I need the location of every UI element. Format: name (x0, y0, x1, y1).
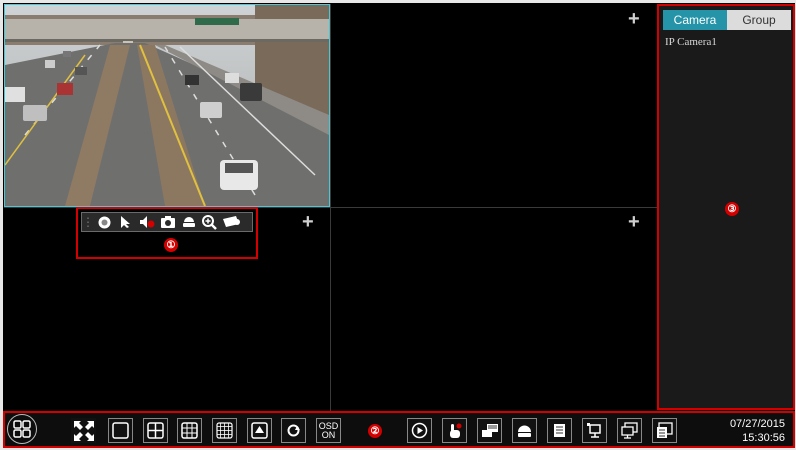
layout-1-icon (112, 422, 129, 439)
disk-button[interactable] (512, 418, 537, 443)
layout-4-button[interactable] (143, 418, 168, 443)
tab-group[interactable]: Group (727, 10, 791, 30)
layout-9-icon (181, 422, 198, 439)
marker-2: ② (368, 424, 382, 438)
channel-4-add-icon[interactable]: + (628, 212, 640, 232)
tab-camera[interactable]: Camera (663, 10, 727, 30)
manual-alarm-icon (450, 423, 462, 438)
highway-camera-feed (5, 5, 329, 206)
marker-3: ③ (725, 202, 739, 216)
time-text: 15:30:56 (742, 432, 785, 444)
record-icon[interactable] (96, 214, 113, 231)
start-menu-button[interactable] (7, 414, 37, 444)
network-button[interactable] (582, 418, 607, 443)
disk-icon (518, 425, 531, 437)
fullscreen-icon (73, 420, 94, 441)
layout-1-button[interactable] (108, 418, 133, 443)
layout-custom-button[interactable] (247, 418, 272, 443)
cursor-icon[interactable] (117, 214, 134, 231)
sequence-button[interactable] (281, 418, 306, 443)
layout-custom-icon (251, 422, 268, 439)
layout-9-button[interactable] (177, 418, 202, 443)
monitor-button[interactable] (617, 418, 642, 443)
info-button[interactable] (652, 418, 677, 443)
osd-toggle-button[interactable]: OSD ON (316, 418, 341, 443)
camera-list-item[interactable]: IP Camera1 (665, 36, 717, 48)
zoom-icon[interactable] (201, 214, 218, 231)
snapshot-icon[interactable] (159, 214, 176, 231)
mute-icon[interactable] (138, 214, 155, 231)
osd-state: ON (321, 429, 336, 440)
camera-move-icon[interactable] (222, 214, 242, 231)
panel-tabs: Camera Group (663, 10, 791, 30)
layout-4-icon (147, 422, 164, 439)
drag-handle-icon[interactable]: ⋮ (82, 214, 94, 231)
info-icon (657, 422, 673, 438)
channel-1-video[interactable] (4, 4, 330, 207)
sequence-icon (287, 424, 300, 437)
camera-list-panel: Camera Group IP Camera1 ③ (657, 4, 795, 410)
camera-toolbar-highlight: ⋮ ① (76, 207, 258, 259)
channel-3-add-icon[interactable]: + (302, 212, 314, 232)
record-status-icon (481, 424, 498, 437)
layout-16-icon (216, 422, 233, 439)
manual-alarm-button[interactable] (442, 418, 467, 443)
layout-16-button[interactable] (212, 418, 237, 443)
monitor-icon (621, 422, 638, 439)
network-icon (587, 423, 601, 438)
system-clock: 07/27/2015 15:30:56 (730, 417, 785, 445)
fullscreen-button[interactable] (71, 418, 96, 443)
camera-toolbar: ⋮ (81, 212, 253, 232)
marker-1: ① (164, 238, 178, 252)
playback-button[interactable] (407, 418, 432, 443)
bottom-toolbar: OSD ON ② 07/27/2015 15:30:56 (3, 411, 795, 448)
backup-button[interactable] (547, 418, 572, 443)
start-menu-icon (13, 420, 31, 438)
record-status-button[interactable] (477, 418, 502, 443)
channel-2-add-icon[interactable]: + (628, 9, 640, 29)
playback-icon (411, 422, 428, 439)
date-text: 07/27/2015 (729, 418, 785, 430)
ptz-icon[interactable] (180, 214, 197, 231)
backup-icon (554, 424, 565, 437)
